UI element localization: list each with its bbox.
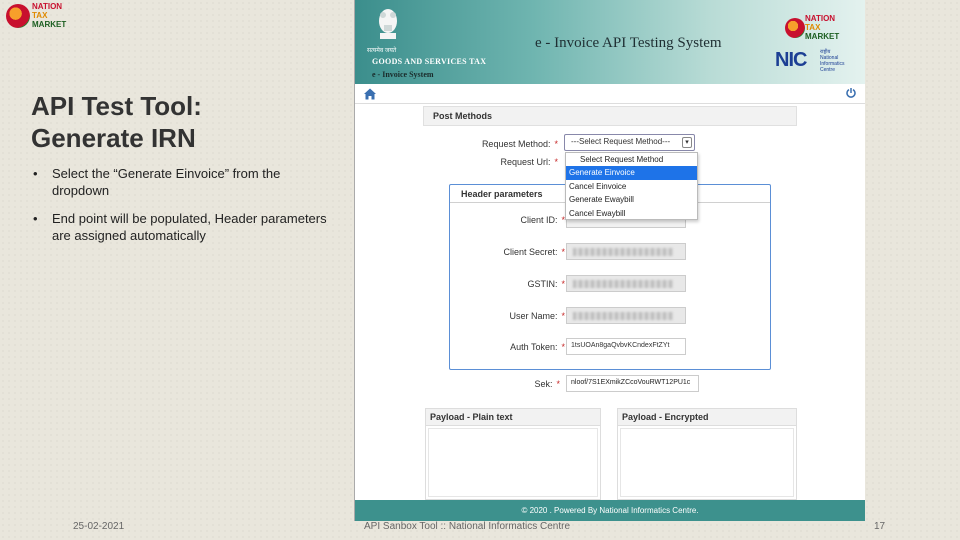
dropdown-option-generate-einvoice[interactable]: Generate Einvoice bbox=[566, 166, 697, 180]
gstin-label: GSTIN: * bbox=[470, 279, 565, 289]
app-footer: © 2020 . Powered By National Informatics… bbox=[355, 500, 865, 521]
required-mark: * bbox=[561, 247, 565, 257]
client-secret-label: Client Secret: * bbox=[470, 247, 565, 257]
request-method-select-value: ---Select Request Method--- bbox=[571, 137, 671, 146]
emblem-caption: सत्यमेव जयते bbox=[367, 48, 397, 54]
ntm-logo-line3: MARKET bbox=[32, 20, 67, 29]
ntm-logo-line1: NATION bbox=[32, 2, 63, 11]
payload-plain-panel: Payload - Plain text bbox=[425, 408, 601, 500]
ntm-logo-line2: TAX bbox=[32, 11, 48, 20]
gstin-field[interactable] bbox=[566, 275, 686, 292]
required-mark: * bbox=[556, 379, 560, 389]
dropdown-option-generate-ewaybill[interactable]: Generate Ewaybill bbox=[566, 193, 697, 206]
user-name-field[interactable] bbox=[566, 307, 686, 324]
ntm-logo-text: NATION TAX MARKET bbox=[32, 2, 66, 29]
slide-title-line2: Generate IRN bbox=[31, 123, 196, 153]
dropdown-option-cancel-ewaybill[interactable]: Cancel Ewaybill bbox=[566, 207, 697, 220]
required-mark: * bbox=[561, 279, 565, 289]
payload-encrypted-textarea[interactable] bbox=[620, 428, 794, 497]
client-id-label-text: Client ID: bbox=[520, 215, 558, 225]
ntm-logo-line1: NATION bbox=[805, 14, 836, 23]
ntm-logo-text: NATION TAX MARKET bbox=[805, 14, 839, 41]
app-navbar bbox=[355, 84, 865, 104]
client-secret-field[interactable] bbox=[566, 243, 686, 260]
client-id-label: Client ID: * bbox=[470, 215, 565, 225]
footer-center-text: API Sanbox Tool :: National Informatics … bbox=[364, 521, 571, 532]
sek-label: Sek: * bbox=[465, 379, 560, 389]
ntm-logo-line3: MARKET bbox=[805, 32, 840, 41]
header-parameters-title: Header parameters bbox=[461, 189, 543, 199]
payload-encrypted-title: Payload - Encrypted bbox=[618, 409, 796, 426]
header-nic-logo: NIC राष्ट्रीय National Informatics Centr… bbox=[775, 49, 861, 73]
sek-label-text: Sek: bbox=[534, 379, 553, 389]
payload-plain-textarea[interactable] bbox=[428, 428, 598, 497]
slide-title-line1: API Test Tool: bbox=[31, 91, 202, 121]
request-url-label-text: Request Url: bbox=[500, 157, 551, 167]
required-mark: * bbox=[554, 139, 558, 149]
footer-date: 25-02-2021 bbox=[73, 521, 125, 532]
required-mark: * bbox=[561, 311, 565, 321]
request-method-select[interactable]: ---Select Request Method--- ▾ bbox=[564, 134, 695, 151]
request-url-label: Request Url: * bbox=[463, 157, 558, 167]
ntm-logo-mark bbox=[785, 18, 805, 38]
header-ntm-logo: NATION TAX MARKET bbox=[785, 14, 855, 44]
user-name-label: User Name: * bbox=[470, 311, 565, 321]
gstin-label-text: GSTIN: bbox=[527, 279, 558, 289]
logout-power-icon[interactable] bbox=[845, 87, 857, 99]
slide-title: API Test Tool: Generate IRN bbox=[31, 90, 202, 154]
client-secret-label-text: Client Secret: bbox=[503, 247, 558, 257]
ntm-logo-mark bbox=[6, 4, 30, 28]
national-emblem-icon bbox=[379, 9, 397, 39]
gst-label: GOODS AND SERVICES TAX bbox=[372, 57, 487, 66]
payload-plain-title: Payload - Plain text bbox=[426, 409, 600, 426]
ntm-logo-line2: TAX bbox=[805, 23, 821, 32]
bullet-item: End point will be populated, Header para… bbox=[33, 210, 333, 244]
page-number: 17 bbox=[874, 521, 886, 532]
einvoice-system-label: e - Invoice System bbox=[372, 70, 434, 79]
payload-encrypted-panel: Payload - Encrypted bbox=[617, 408, 797, 500]
sek-field[interactable]: nloof/7S1EXmikZCcoVouRWT12PU1c bbox=[566, 375, 699, 392]
required-mark: * bbox=[561, 342, 565, 352]
auth-token-label: Auth Token: * bbox=[470, 342, 565, 352]
auth-token-field[interactable]: 1tsUOAn8gaQvbvKCndexFtZYt bbox=[566, 338, 686, 355]
nation-tax-market-logo: NATION TAX MARKET bbox=[6, 2, 72, 30]
nic-logo-text: राष्ट्रीय National Informatics Centre bbox=[820, 49, 844, 73]
request-method-label: Request Method: * bbox=[463, 139, 558, 149]
app-screenshot: सत्यमेव जयते GOODS AND SERVICES TAX e - … bbox=[354, 0, 865, 521]
request-method-label-text: Request Method: bbox=[481, 139, 551, 149]
dropdown-option-cancel-einvoice[interactable]: Cancel Einvoice bbox=[566, 180, 697, 193]
required-mark: * bbox=[554, 157, 558, 167]
app-header: सत्यमेव जयते GOODS AND SERVICES TAX e - … bbox=[355, 0, 865, 84]
dropdown-option-select[interactable]: Select Request Method bbox=[566, 153, 697, 166]
bullet-item: Select the “Generate Einvoice” from the … bbox=[33, 165, 333, 199]
home-icon[interactable] bbox=[363, 87, 377, 101]
nic-text-line: Centre bbox=[820, 67, 836, 73]
auth-token-label-text: Auth Token: bbox=[510, 342, 558, 352]
chevron-down-icon: ▾ bbox=[682, 137, 692, 148]
post-methods-title: Post Methods bbox=[423, 106, 797, 126]
nic-logo-mark: NIC bbox=[775, 49, 807, 71]
system-title: e - Invoice API Testing System bbox=[535, 35, 722, 51]
request-method-dropdown: Select Request Method Generate Einvoice … bbox=[565, 152, 698, 220]
slide-bullets: Select the “Generate Einvoice” from the … bbox=[33, 165, 333, 255]
user-name-label-text: User Name: bbox=[509, 311, 558, 321]
